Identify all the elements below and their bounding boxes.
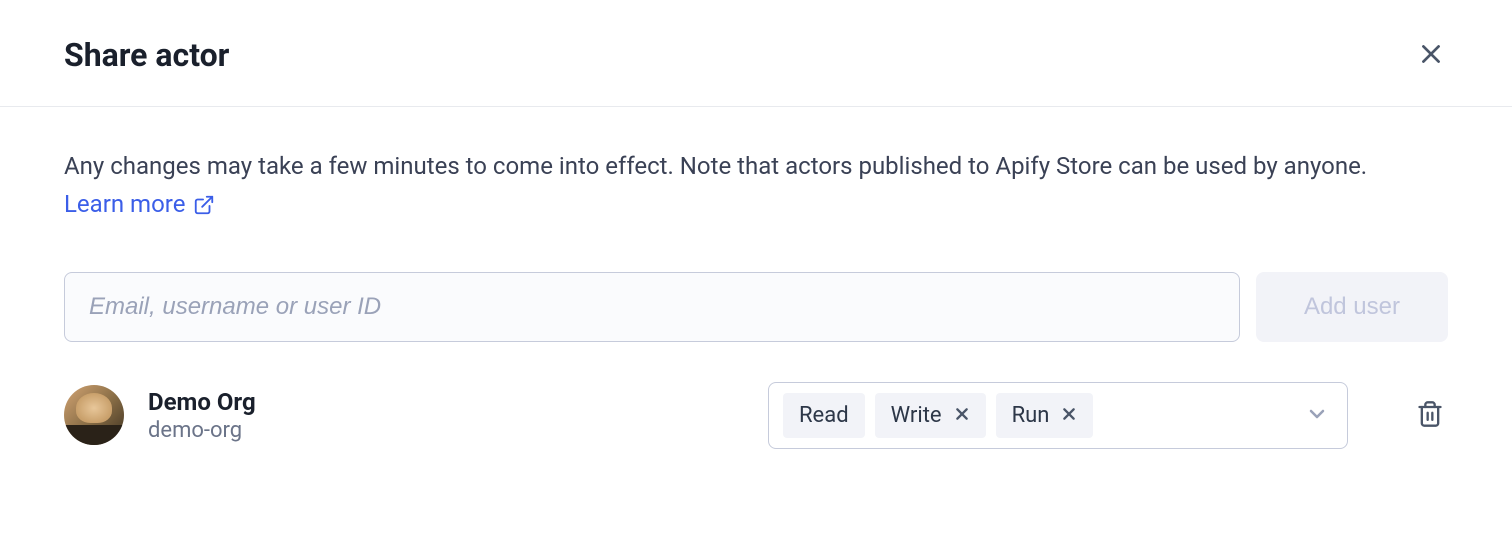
learn-more-label: Learn more xyxy=(64,185,185,223)
modal-title: Share actor xyxy=(64,36,229,74)
chevron-down-icon xyxy=(1305,402,1329,429)
permission-label: Read xyxy=(799,403,849,428)
add-user-button[interactable]: Add user xyxy=(1256,272,1448,342)
delete-user-button[interactable] xyxy=(1412,396,1448,435)
user-row: Demo Org demo-org Read Write xyxy=(64,382,1448,449)
permission-tag-read: Read xyxy=(783,393,865,438)
user-name: Demo Org xyxy=(148,388,256,416)
permissions-select[interactable]: Read Write Run xyxy=(768,382,1348,449)
close-icon xyxy=(954,406,970,425)
close-button[interactable] xyxy=(1414,37,1448,74)
modal-body: Any changes may take a few minutes to co… xyxy=(0,107,1512,489)
permission-tag-run: Run xyxy=(996,393,1094,438)
user-info: Demo Org demo-org xyxy=(148,388,256,443)
avatar xyxy=(64,385,124,445)
learn-more-link[interactable]: Learn more xyxy=(64,185,215,223)
modal-header: Share actor xyxy=(0,0,1512,107)
trash-icon xyxy=(1416,400,1444,431)
user-handle: demo-org xyxy=(148,418,256,443)
close-icon xyxy=(1418,41,1444,70)
external-link-icon xyxy=(193,194,215,216)
share-actor-modal: Share actor Any changes may take a few m… xyxy=(0,0,1512,489)
user-search-input[interactable] xyxy=(64,272,1240,342)
permission-tag-write: Write xyxy=(875,393,986,438)
permission-label: Run xyxy=(1012,403,1050,428)
permissions-dropdown-toggle[interactable] xyxy=(1301,398,1333,433)
remove-write-button[interactable] xyxy=(954,406,970,425)
description-text: Any changes may take a few minutes to co… xyxy=(64,147,1448,224)
permission-label: Write xyxy=(891,403,942,428)
close-icon xyxy=(1061,406,1077,425)
add-user-row: Add user xyxy=(64,272,1448,342)
description-content: Any changes may take a few minutes to co… xyxy=(64,152,1367,180)
remove-run-button[interactable] xyxy=(1061,406,1077,425)
